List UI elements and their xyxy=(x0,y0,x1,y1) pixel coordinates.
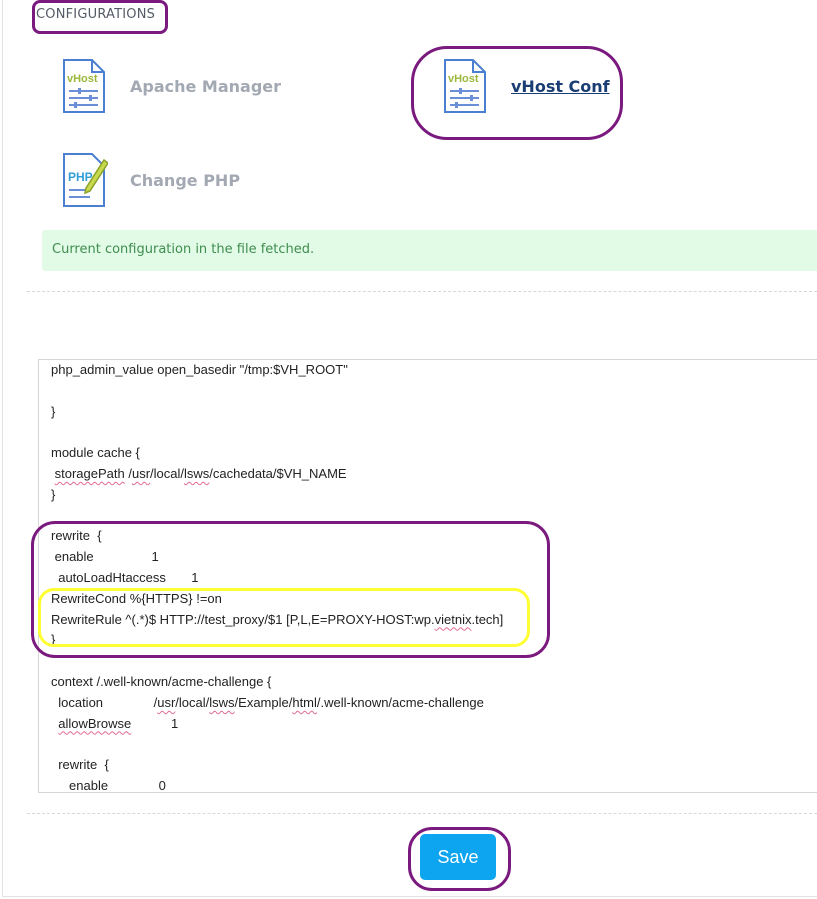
code-line: location /usr/local/lsws/Example/html/.w… xyxy=(51,694,484,710)
php-file-pencil-icon: PHP xyxy=(60,152,110,208)
svg-text:PHP: PHP xyxy=(68,170,93,184)
spellcheck-word: html xyxy=(292,694,317,710)
apache-manager-link[interactable]: vHost Apache Manager xyxy=(60,58,281,114)
code-line: rewrite { xyxy=(51,528,102,544)
spellcheck-word: vietnix xyxy=(434,611,472,627)
code-line: RewriteCond %{HTTPS} !=on xyxy=(51,590,222,606)
svg-text:vHost: vHost xyxy=(67,73,98,85)
code-line: module cache { xyxy=(51,445,140,461)
spellcheck-word: usr xyxy=(157,694,176,710)
code-line: } xyxy=(51,632,56,648)
change-php-label: Change PHP xyxy=(130,170,241,190)
code-line: RewriteRule ^(.*)$ HTTP://test_proxy/$1 … xyxy=(51,611,504,627)
divider-top xyxy=(27,291,817,292)
change-php-link[interactable]: PHP Change PHP xyxy=(60,152,240,208)
spellcheck-word: lsws xyxy=(184,465,210,481)
code-line: context /.well-known/acme-challenge { xyxy=(51,673,272,689)
vhost-conf-link[interactable]: vHost vHost Conf xyxy=(441,58,610,114)
vhost-conf-label: vHost Conf xyxy=(511,76,610,96)
code-line: storagePath /usr/local/lsws/cachedata/$V… xyxy=(54,465,347,481)
save-button[interactable]: Save xyxy=(420,834,496,880)
divider-bottom xyxy=(27,813,817,814)
vhost-file-icon: vHost xyxy=(441,58,489,114)
code-line: enable 0 xyxy=(51,777,166,793)
config-editor[interactable]: php_admin_value open_basedir "/tmp:$VH_R… xyxy=(38,359,817,793)
code-line: php_admin_value open_basedir "/tmp:$VH_R… xyxy=(51,362,348,377)
svg-text:vHost: vHost xyxy=(448,73,479,85)
status-alert: Current configuration in the file fetche… xyxy=(42,230,817,271)
spellcheck-word: allowBrowse xyxy=(58,715,132,731)
section-title: CONFIGURATIONS xyxy=(36,7,156,22)
code-line: rewrite { xyxy=(51,757,109,773)
code-line: enable 1 xyxy=(51,549,159,565)
vhost-file-icon: vHost xyxy=(60,58,108,114)
spellcheck-word: storagePath xyxy=(54,465,125,481)
spellcheck-word: lsws xyxy=(209,694,235,710)
code-line: allowBrowse 1 xyxy=(58,715,179,731)
code-line: autoLoadHtaccess 1 xyxy=(51,569,199,585)
code-line: } xyxy=(51,486,56,502)
code-line: } xyxy=(51,403,56,419)
spellcheck-word: usr xyxy=(131,465,151,481)
apache-manager-label: Apache Manager xyxy=(130,76,282,96)
